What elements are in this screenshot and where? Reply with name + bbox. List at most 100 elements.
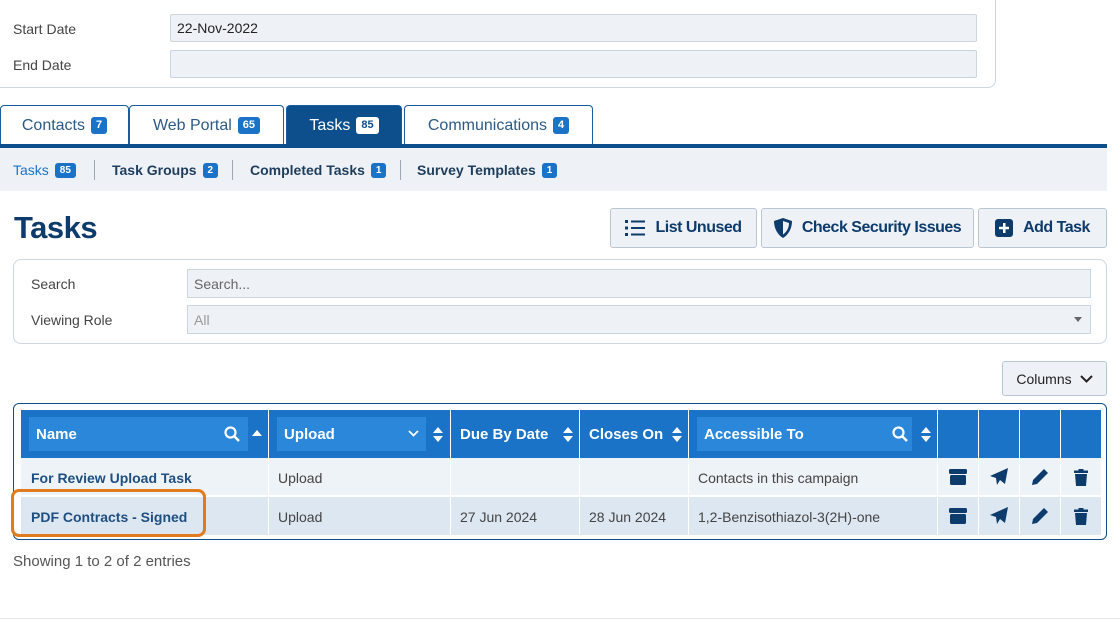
- page-title: Tasks: [14, 210, 98, 245]
- shield-icon: [773, 218, 792, 238]
- column-header-action: [938, 410, 979, 458]
- header-label: Accessible To: [704, 425, 804, 443]
- divider: [0, 618, 1120, 619]
- end-date-field[interactable]: [170, 50, 977, 78]
- subtab-task-groups[interactable]: Task Groups 2: [112, 162, 219, 178]
- end-date-label: End Date: [13, 57, 72, 73]
- column-header-action: [1061, 410, 1101, 458]
- subtab-label: Survey Templates: [417, 162, 536, 178]
- archive-button[interactable]: [938, 458, 979, 496]
- count-badge: 1: [370, 162, 387, 178]
- list-unused-button[interactable]: List Unused: [610, 208, 757, 248]
- search-input[interactable]: Search...: [187, 269, 1091, 298]
- tab-label: Tasks: [309, 116, 351, 134]
- due-date-cell: [451, 458, 580, 496]
- viewing-role-label: Viewing Role: [31, 312, 113, 328]
- column-header-upload[interactable]: Upload: [269, 410, 451, 458]
- sort-asc-icon[interactable]: [252, 427, 262, 443]
- highlight-annotation: [11, 489, 206, 537]
- tab-label: Communications: [427, 116, 548, 134]
- button-label: List Unused: [655, 219, 742, 236]
- subtab-tasks[interactable]: Tasks 85: [13, 162, 76, 178]
- send-icon: [990, 507, 1008, 524]
- subtab-completed-tasks[interactable]: Completed Tasks 1: [250, 162, 387, 178]
- tab-label: Web Portal: [152, 116, 232, 134]
- count-badge: 1: [541, 162, 558, 178]
- sort-icon[interactable]: [563, 427, 573, 443]
- archive-button[interactable]: [938, 497, 979, 535]
- column-header-accessible-to[interactable]: Accessible To: [689, 410, 938, 458]
- task-type-cell: Upload: [269, 497, 451, 535]
- tab-communications[interactable]: Communications 4: [404, 105, 593, 145]
- edit-icon: [1032, 469, 1048, 485]
- archive-icon: [949, 508, 967, 524]
- column-header-action: [1020, 410, 1061, 458]
- count-badge: 85: [54, 162, 76, 178]
- button-label: Add Task: [1023, 219, 1090, 236]
- send-button[interactable]: [979, 458, 1020, 496]
- tab-tasks[interactable]: Tasks 85: [286, 105, 402, 145]
- list-icon: [625, 220, 646, 236]
- header-label: Closes On: [589, 426, 664, 443]
- subtab-survey-templates[interactable]: Survey Templates 1: [417, 162, 558, 178]
- header-label: Upload: [284, 425, 335, 443]
- chevron-down-icon: [1079, 374, 1093, 383]
- count-badge: 85: [356, 117, 379, 134]
- select-value: All: [194, 312, 210, 328]
- filter-panel: Search Search... Viewing Role All: [13, 259, 1107, 344]
- column-header-action: [979, 410, 1020, 458]
- closes-on-cell: 28 Jun 2024: [580, 497, 689, 535]
- count-badge: 7: [91, 117, 108, 134]
- sub-navigation: Tasks 85 Task Groups 2 Completed Tasks 1…: [0, 148, 1107, 191]
- header-filter-box[interactable]: Accessible To: [697, 417, 912, 451]
- divider: [94, 160, 95, 180]
- button-label: Check Security Issues: [801, 219, 962, 236]
- viewing-role-select[interactable]: All: [187, 305, 1091, 334]
- header-filter-box[interactable]: Name: [29, 417, 248, 451]
- column-header-due-date[interactable]: Due By Date: [451, 410, 580, 458]
- start-date-label: Start Date: [13, 21, 77, 37]
- sort-icon[interactable]: [921, 427, 931, 443]
- send-button[interactable]: [979, 497, 1020, 535]
- header-label: Name: [36, 425, 77, 443]
- button-label: Columns: [1016, 370, 1072, 387]
- sort-icon[interactable]: [433, 427, 443, 443]
- search-icon: [892, 426, 908, 442]
- column-header-name[interactable]: Name: [21, 410, 269, 458]
- campaign-details-card: Start Date 22-Nov-2022 End Date: [0, 0, 996, 88]
- column-header-closes-on[interactable]: Closes On: [580, 410, 689, 458]
- start-date-field[interactable]: 22-Nov-2022: [170, 14, 977, 42]
- subtab-label: Completed Tasks: [250, 162, 365, 178]
- chevron-down-icon: [408, 430, 419, 437]
- columns-button[interactable]: Columns: [1002, 361, 1107, 396]
- trash-icon: [1074, 507, 1088, 525]
- edit-icon: [1032, 508, 1048, 524]
- send-icon: [990, 468, 1008, 485]
- sort-icon[interactable]: [672, 427, 682, 443]
- edit-button[interactable]: [1020, 497, 1061, 535]
- header-filter-box[interactable]: Upload: [277, 417, 426, 451]
- trash-icon: [1074, 468, 1088, 486]
- tab-label: Contacts: [21, 116, 85, 134]
- table-header: Name Upload Due By Date Closes On Access…: [21, 410, 1101, 458]
- closes-on-cell: [580, 458, 689, 496]
- count-badge: 2: [202, 162, 219, 178]
- count-badge: 65: [237, 117, 261, 134]
- add-task-button[interactable]: Add Task: [978, 208, 1107, 248]
- table-info: Showing 1 to 2 of 2 entries: [13, 553, 191, 570]
- header-label: Due By Date: [460, 426, 549, 443]
- plus-square-icon: [995, 219, 1014, 237]
- accessible-to-cell: Contacts in this campaign: [689, 458, 938, 496]
- delete-button[interactable]: [1061, 458, 1101, 496]
- edit-button[interactable]: [1020, 458, 1061, 496]
- search-label: Search: [31, 276, 76, 292]
- due-date-cell: 27 Jun 2024: [451, 497, 580, 535]
- accessible-to-cell: 1,2-Benzisothiazol-3(2H)-one: [689, 497, 938, 535]
- delete-button[interactable]: [1061, 497, 1101, 535]
- tab-contacts[interactable]: Contacts 7: [0, 105, 129, 145]
- task-type-cell: Upload: [269, 458, 451, 496]
- archive-icon: [949, 469, 967, 485]
- tab-web-portal[interactable]: Web Portal 65: [129, 105, 284, 145]
- subtab-label: Task Groups: [112, 162, 197, 178]
- check-security-button[interactable]: Check Security Issues: [761, 208, 974, 248]
